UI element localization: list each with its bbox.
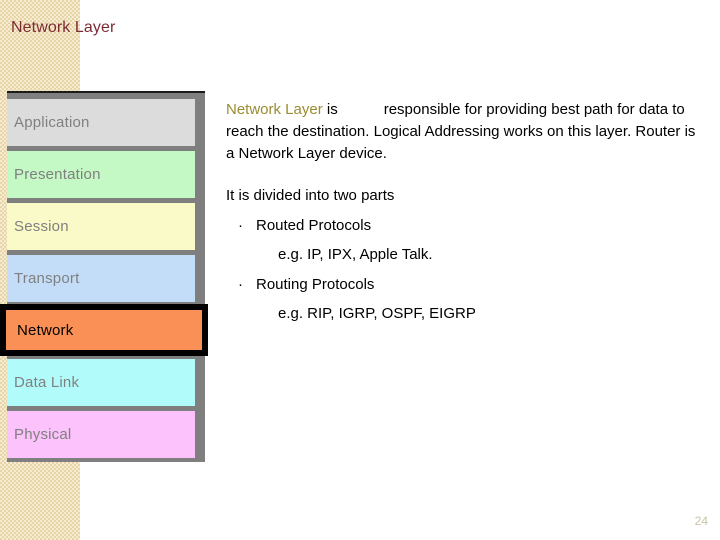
divided-into-two-parts-line: It is divided into two parts xyxy=(226,187,395,204)
layer-label: Presentation xyxy=(14,166,101,183)
intro-accent-term: Network Layer xyxy=(226,101,323,118)
layer-label: Session xyxy=(14,218,69,235)
layer-box-network[interactable]: Network xyxy=(0,304,208,356)
bullet-label: Routed Protocols xyxy=(256,217,372,234)
layer-box-session[interactable]: Session xyxy=(7,203,195,250)
intro-paragraph: Network Layer is responsible for providin… xyxy=(226,99,696,165)
intro-lead: is xyxy=(322,101,338,118)
bullet-list: · Routed Protocols e.g. IP, IPX, Apple Tal… xyxy=(226,215,696,325)
bullet-item: · Routed Protocols xyxy=(226,215,696,237)
bullet-example: e.g. IP, IPX, Apple Talk. xyxy=(278,246,433,263)
page-number: 24 xyxy=(694,514,708,528)
layer-box-physical[interactable]: Physical xyxy=(7,411,195,458)
bullet-example: e.g. RIP, IGRP, OSPF, EIGRP xyxy=(278,305,476,322)
bullet-item: · Routing Protocols xyxy=(226,274,696,296)
layer-label: Data Link xyxy=(14,374,80,391)
layer-box-presentation[interactable]: Presentation xyxy=(7,151,195,198)
layer-label: Physical xyxy=(14,426,72,443)
layer-label: Network xyxy=(17,321,74,339)
content-pane: Network Layer is responsible for providin… xyxy=(226,99,696,325)
layer-box-transport[interactable]: Transport xyxy=(7,255,195,302)
osi-layer-stack: Application Presentation Session Transport N… xyxy=(0,91,215,466)
bullet-dot-icon: · xyxy=(238,276,243,293)
layer-box-data-link[interactable]: Data Link xyxy=(7,359,195,406)
bullet-dot-icon: · xyxy=(238,217,243,234)
layer-label: Application xyxy=(14,114,90,131)
page-title: Network Layer xyxy=(11,19,116,36)
layer-label: Transport xyxy=(14,270,80,287)
bullet-label: Routing Protocols xyxy=(256,276,375,293)
layer-box-application[interactable]: Application xyxy=(7,99,195,146)
